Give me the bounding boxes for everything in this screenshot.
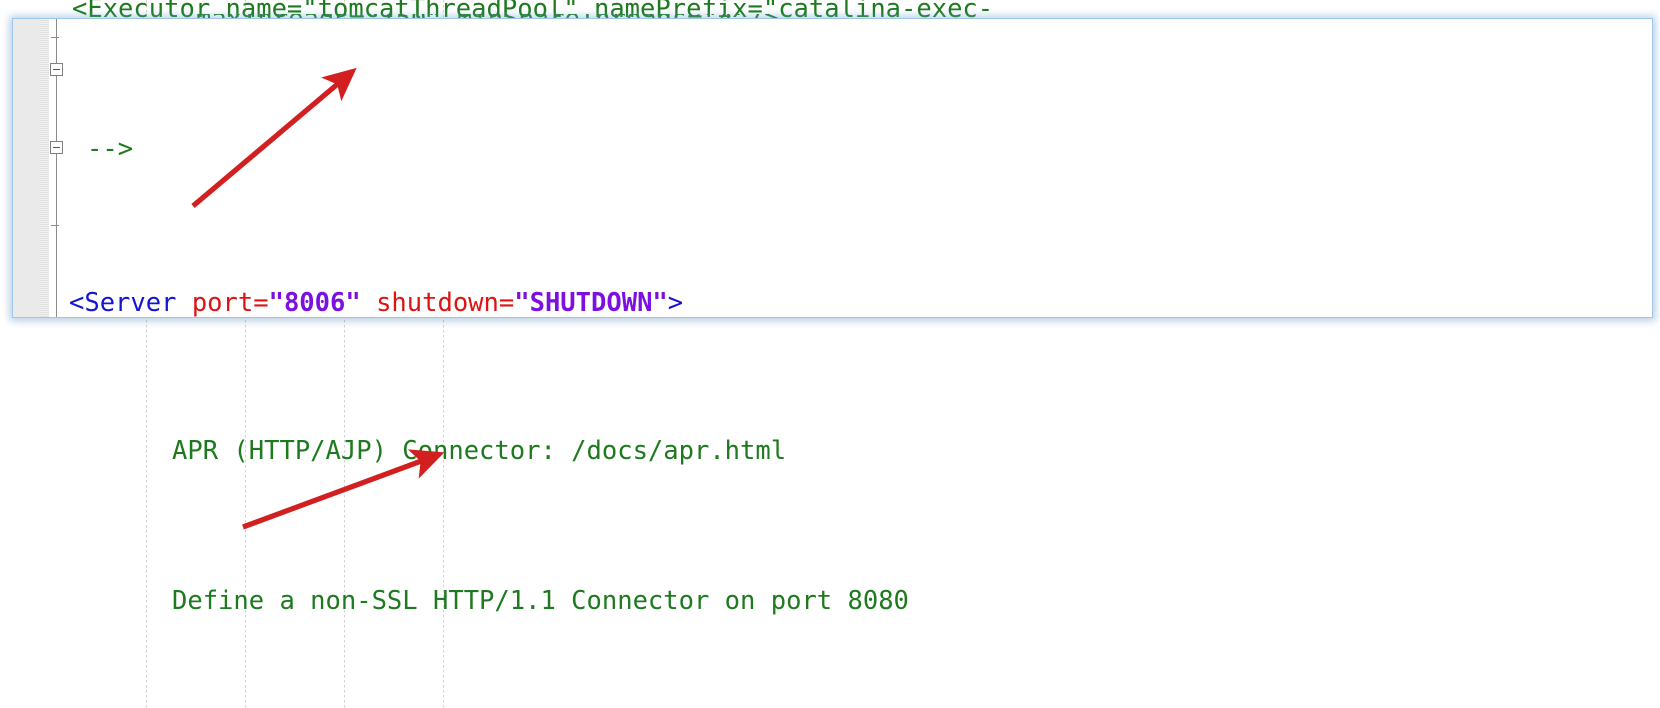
code-token-comment: APR (HTTP/AJP) Connector: /docs/apr.html xyxy=(172,436,787,467)
code-token-tag: > xyxy=(667,287,684,318)
gutter-hatch xyxy=(39,19,49,317)
fold-tick-icon xyxy=(51,37,59,38)
fold-collapse-icon[interactable] xyxy=(50,141,63,154)
fold-tick-icon xyxy=(51,225,59,226)
code-token-value: "SHUTDOWN" xyxy=(514,287,668,318)
code-token-comment: --> xyxy=(87,134,134,165)
code-token-tag: <Server xyxy=(69,287,192,318)
code-token-comment: Define a non-SSL HTTP/1.1 Connector on p… xyxy=(172,585,909,616)
code-token-attr: shutdown= xyxy=(360,287,515,318)
code-token-value: "8006" xyxy=(268,287,361,318)
editor-window: <Executor name="tomcatThreadPool" namePr… xyxy=(0,0,1660,708)
fold-collapse-icon[interactable] xyxy=(50,63,63,76)
lens-gutter[interactable] xyxy=(13,19,49,317)
code-line[interactable]: APR (HTTP/AJP) Connector: /docs/apr.html xyxy=(0,433,1660,470)
code-preview-lens[interactable]: --> <Server port="8006" shutdown="SHUTDO… xyxy=(12,18,1653,318)
code-line[interactable]: Define a non-SSL HTTP/1.1 Connector on p… xyxy=(0,583,1660,620)
code-token-attr: port= xyxy=(191,287,269,318)
code-content[interactable]: APR (HTTP/AJP) Connector: /docs/apr.html… xyxy=(0,321,1660,708)
lens-code-content[interactable]: --> <Server port="8006" shutdown="SHUTDO… xyxy=(69,19,1652,317)
lens-line[interactable]: --> xyxy=(69,131,1652,168)
lens-line[interactable]: <Server port="8006" shutdown="SHUTDOWN"> xyxy=(69,285,1652,318)
